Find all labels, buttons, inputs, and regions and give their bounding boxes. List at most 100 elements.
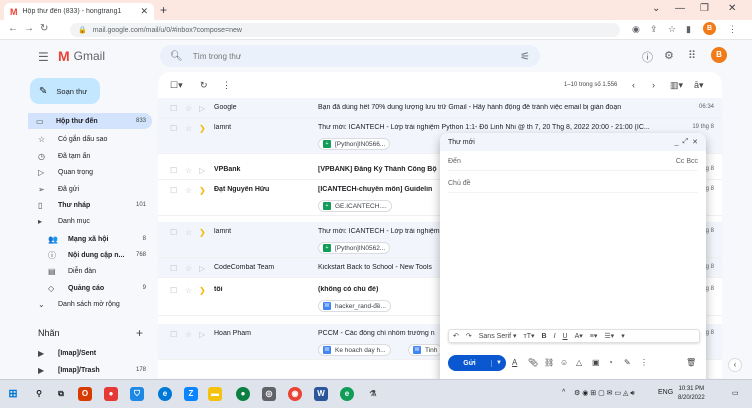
sidebar-item[interactable]: ▯ Thư nháp 101 — [30, 197, 152, 213]
tray-overflow-icon[interactable]: ^ — [562, 389, 565, 396]
photo-icon[interactable]: ▣ — [592, 358, 600, 367]
browser-profile-avatar[interactable]: B — [703, 22, 716, 35]
row-star-icon[interactable]: ☆ — [185, 286, 192, 295]
app-icon-2[interactable]: ● — [236, 387, 250, 401]
tab-search-icon[interactable]: ⌄ — [652, 3, 660, 14]
row-star-icon[interactable]: ☆ — [185, 228, 192, 237]
row-checkbox-icon[interactable]: ☐ — [170, 228, 177, 237]
forward-icon[interactable]: → — [24, 23, 34, 34]
italic-icon[interactable]: I — [554, 333, 556, 340]
importance-marker-icon[interactable]: ▷ — [199, 166, 205, 175]
send-button[interactable]: Gửi ▼ — [448, 355, 506, 371]
prev-page-icon[interactable]: ‹ — [632, 80, 635, 90]
row-checkbox-icon[interactable]: ☐ — [170, 286, 177, 295]
share-icon[interactable]: ⇪ — [650, 24, 658, 35]
camera-icon[interactable]: ◎ — [262, 387, 276, 401]
row-star-icon[interactable]: ☆ — [185, 264, 192, 273]
office-app-icon[interactable]: O — [78, 387, 92, 401]
importance-marker-icon[interactable]: ▷ — [199, 104, 205, 113]
back-icon[interactable]: ← — [8, 23, 18, 34]
task-view-icon[interactable]: ⧉ — [54, 387, 68, 401]
attachment-chip[interactable]: + [Python]IN0562... — [318, 242, 391, 254]
row-star-icon[interactable]: ☆ — [185, 330, 192, 339]
sidepanel-icon[interactable]: ▮ — [686, 24, 691, 35]
row-checkbox-icon[interactable]: ☐ — [170, 166, 177, 175]
show-side-panel-icon[interactable]: ‹ — [728, 358, 742, 372]
edge-dev-icon[interactable]: e — [340, 387, 354, 401]
fullscreen-compose-icon[interactable]: ⤢ — [683, 138, 689, 146]
row-checkbox-icon[interactable]: ☐ — [170, 330, 177, 339]
minimize-compose-icon[interactable]: _ — [675, 139, 679, 146]
importance-marker-icon[interactable]: ❯ — [199, 228, 206, 237]
row-star-icon[interactable]: ☆ — [185, 186, 192, 195]
zalo-icon[interactable]: Z — [184, 387, 198, 401]
sidebar-item[interactable]: ☆ Có gắn dấu sao — [30, 131, 152, 147]
bold-icon[interactable]: B — [542, 333, 547, 340]
to-field[interactable]: Đến Cc Bcc — [448, 153, 698, 171]
message-row[interactable]: ☐ ☆ ▷ Google Bạn đã dùng hết 70% dung lượng … — [158, 98, 722, 118]
sidebar-item[interactable]: ▭ Hộp thư đến 833 — [28, 113, 152, 129]
importance-marker-icon[interactable]: ▷ — [199, 330, 205, 339]
add-label-icon[interactable]: + — [136, 326, 143, 340]
list-icon[interactable]: ☰▾ — [604, 332, 614, 340]
align-icon[interactable]: ≡▾ — [590, 332, 598, 340]
label-item[interactable]: ▶ [Imap]/Sent — [30, 345, 152, 361]
location-icon[interactable]: ◉ — [632, 24, 640, 35]
label-item[interactable]: ▶ [Imap]/Trash 178 — [30, 362, 152, 378]
cc-bcc-link[interactable]: Cc Bcc — [676, 158, 698, 165]
compose-body[interactable] — [448, 197, 698, 325]
language-indicator[interactable]: ENG — [658, 389, 673, 396]
emoji-icon[interactable]: ☺ — [560, 358, 568, 367]
link-icon[interactable]: ⛓ — [544, 358, 554, 367]
sidebar-item[interactable]: ⌄ Danh sách mở rộng — [30, 296, 152, 312]
sidebar-item[interactable]: ◷ Đã tạm ẩn — [30, 148, 152, 164]
attachment-chip[interactable]: + [Python]IN0566... — [318, 138, 391, 150]
font-size-icon[interactable]: тT▾ — [524, 332, 535, 340]
app-icon-1[interactable]: ● — [104, 387, 118, 401]
more-options-icon[interactable]: ⋮ — [222, 80, 231, 91]
compose-header[interactable]: Thư mới _ ⤢ ✕ — [440, 133, 706, 151]
search-icon[interactable]: 🔍︎ — [170, 51, 183, 62]
gmail-logo[interactable]: M Gmail — [58, 48, 105, 64]
sidebar-item[interactable]: ➢ Đã gửi — [30, 181, 152, 197]
notifications-icon[interactable]: ▭ — [732, 389, 739, 397]
taskbar-search-icon[interactable]: ⚲ — [32, 387, 46, 401]
browser-tab[interactable]: M Hộp thư đến (833) - hongtrang1 ✕ — [4, 3, 154, 20]
help-icon[interactable]: ⓘ — [642, 49, 653, 65]
formatting-options-icon[interactable]: A — [512, 358, 517, 367]
sidebar-item[interactable]: ◇ Quảng cáo 9 — [40, 280, 152, 296]
attachment-chip[interactable]: W Tinh — [408, 344, 443, 356]
edge-icon[interactable]: e — [158, 387, 172, 401]
attach-icon[interactable]: 📎︎ — [528, 358, 538, 367]
attachment-chip[interactable]: Whacker_rand-đề... — [318, 300, 391, 312]
row-checkbox-icon[interactable]: ☐ — [170, 104, 177, 113]
attachment-chip[interactable]: W Ke hoach day h... — [318, 344, 391, 356]
refresh-icon[interactable]: ↻ — [200, 80, 208, 91]
reload-icon[interactable]: ↻ — [40, 23, 48, 34]
discard-draft-icon[interactable]: 🗑︎ — [686, 358, 696, 367]
sidebar-item[interactable]: ▤ Diễn đàn — [40, 263, 152, 279]
search-input[interactable] — [192, 51, 511, 61]
underline-icon[interactable]: U — [563, 333, 568, 340]
importance-marker-icon[interactable]: ❯ — [199, 186, 206, 195]
undo-icon[interactable]: ↶ — [453, 332, 459, 340]
browser-menu-icon[interactable]: ⋮ — [728, 24, 737, 35]
tray-icons[interactable]: ⚙ ◉ ⊞ ▢ ✉ ▭ ◬ 🔊︎ — [574, 389, 635, 398]
url-field[interactable]: 🔒 mail.google.com/mail/u/0/#inbox?compos… — [70, 23, 620, 37]
subject-field[interactable]: Chủ đề — [448, 175, 698, 193]
sidebar-item[interactable]: ▸ Danh mục — [30, 213, 152, 229]
attachment-chip[interactable]: + GE.ICANTECH.... — [318, 200, 392, 212]
redo-icon[interactable]: ↷ — [466, 332, 472, 340]
taskbar-clock[interactable]: 10:31 PM 8/20/2022 — [678, 385, 705, 403]
row-star-icon[interactable]: ☆ — [185, 166, 192, 175]
more-compose-options-icon[interactable]: ⋮ — [640, 358, 648, 367]
drive-icon[interactable]: △ — [576, 358, 582, 367]
search-options-icon[interactable]: ⚟ — [520, 50, 530, 63]
chrome-icon[interactable]: ◉ — [288, 387, 302, 401]
file-explorer-icon[interactable]: ▬ — [208, 387, 222, 401]
restore-icon[interactable]: ❐ — [700, 3, 709, 14]
row-checkbox-icon[interactable]: ☐ — [170, 186, 177, 195]
row-star-icon[interactable]: ☆ — [185, 124, 192, 133]
importance-marker-icon[interactable]: ▷ — [199, 264, 205, 273]
minimize-icon[interactable]: — — [675, 3, 685, 14]
